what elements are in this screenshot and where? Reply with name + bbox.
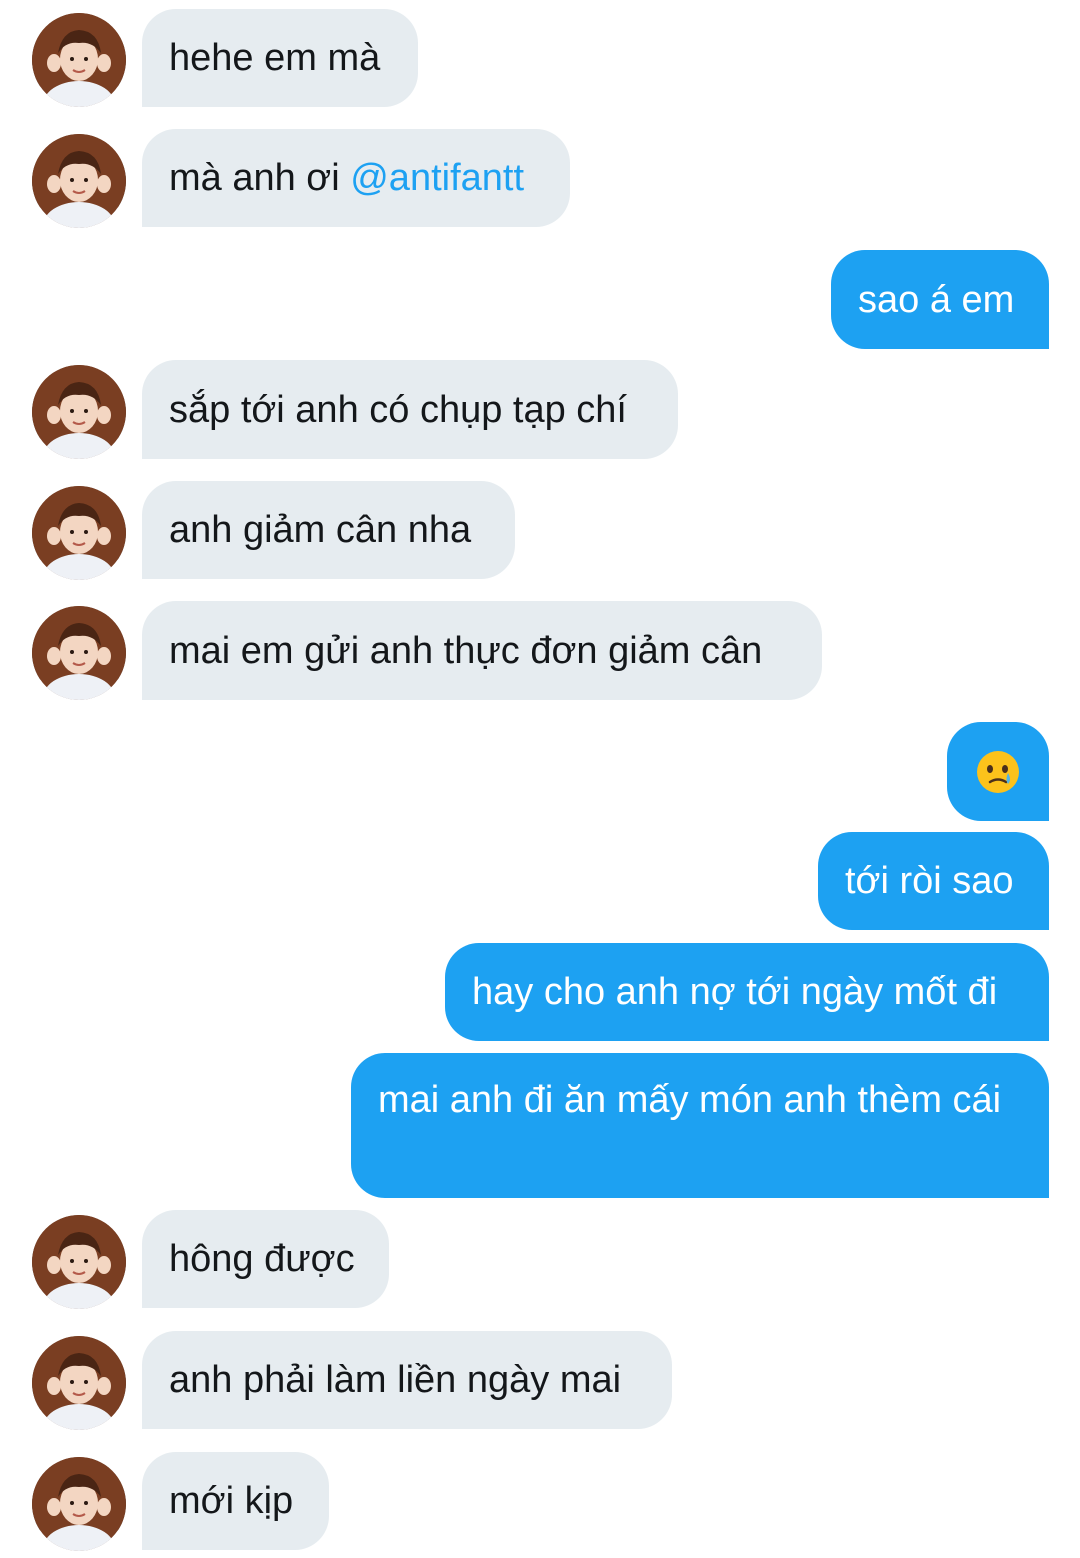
message-text: hay cho anh nợ tới ngày mốt đi xyxy=(472,971,998,1013)
message-text: mai em gửi anh thực đơn giảm cân xyxy=(169,629,763,672)
message-text: sắp tới anh có chụp tạp chí xyxy=(169,388,627,431)
message-text: hehe em mà xyxy=(169,37,381,79)
sent-message[interactable] xyxy=(947,722,1049,821)
message-text: mai anh đi ăn mấy món anh thèm cái xyxy=(378,1079,1002,1121)
received-message[interactable]: mới kịp xyxy=(142,1452,329,1550)
received-message[interactable]: hông được xyxy=(142,1210,389,1308)
message-text: sao á em xyxy=(858,278,1015,321)
contact-avatar[interactable] xyxy=(32,1336,126,1430)
received-message[interactable]: anh giảm cân nha xyxy=(142,481,515,579)
avatar-photo xyxy=(32,1457,126,1551)
avatar-photo xyxy=(32,486,126,580)
message-text: mới kịp xyxy=(169,1480,294,1522)
received-message[interactable]: sắp tới anh có chụp tạp chí xyxy=(142,360,678,459)
received-message[interactable]: anh phải làm liền ngày mai xyxy=(142,1331,672,1429)
sent-message[interactable]: hay cho anh nợ tới ngày mốt đi xyxy=(445,943,1049,1041)
contact-avatar[interactable] xyxy=(32,13,126,107)
sent-message[interactable]: mai anh đi ăn mấy món anh thèm cái xyxy=(351,1053,1049,1198)
avatar-photo xyxy=(32,134,126,228)
avatar-photo xyxy=(32,13,126,107)
sent-message[interactable]: sao á em xyxy=(831,250,1049,349)
message-text: anh giảm cân nha xyxy=(169,509,472,551)
avatar-photo xyxy=(32,365,126,459)
contact-avatar[interactable] xyxy=(32,1457,126,1551)
message-text: anh phải làm liền ngày mai xyxy=(169,1359,622,1401)
contact-avatar[interactable] xyxy=(32,486,126,580)
message-text: tới ròi sao xyxy=(845,860,1014,902)
contact-avatar[interactable] xyxy=(32,1215,126,1309)
received-message[interactable]: mà anh ơi @antifantt xyxy=(142,129,570,227)
received-message[interactable]: hehe em mà xyxy=(142,9,418,107)
avatar-photo xyxy=(32,606,126,700)
message-text: hông được xyxy=(169,1238,355,1280)
crying-face-emoji-icon xyxy=(977,750,1019,793)
avatar-photo xyxy=(32,1215,126,1309)
received-message[interactable]: mai em gửi anh thực đơn giảm cân xyxy=(142,601,822,700)
mention-link[interactable]: @antifantt xyxy=(350,155,524,201)
avatar-photo xyxy=(32,1336,126,1430)
sent-message[interactable]: tới ròi sao xyxy=(818,832,1049,930)
message-text: mà anh ơi xyxy=(169,157,351,199)
contact-avatar[interactable] xyxy=(32,134,126,228)
contact-avatar[interactable] xyxy=(32,606,126,700)
contact-avatar[interactable] xyxy=(32,365,126,459)
